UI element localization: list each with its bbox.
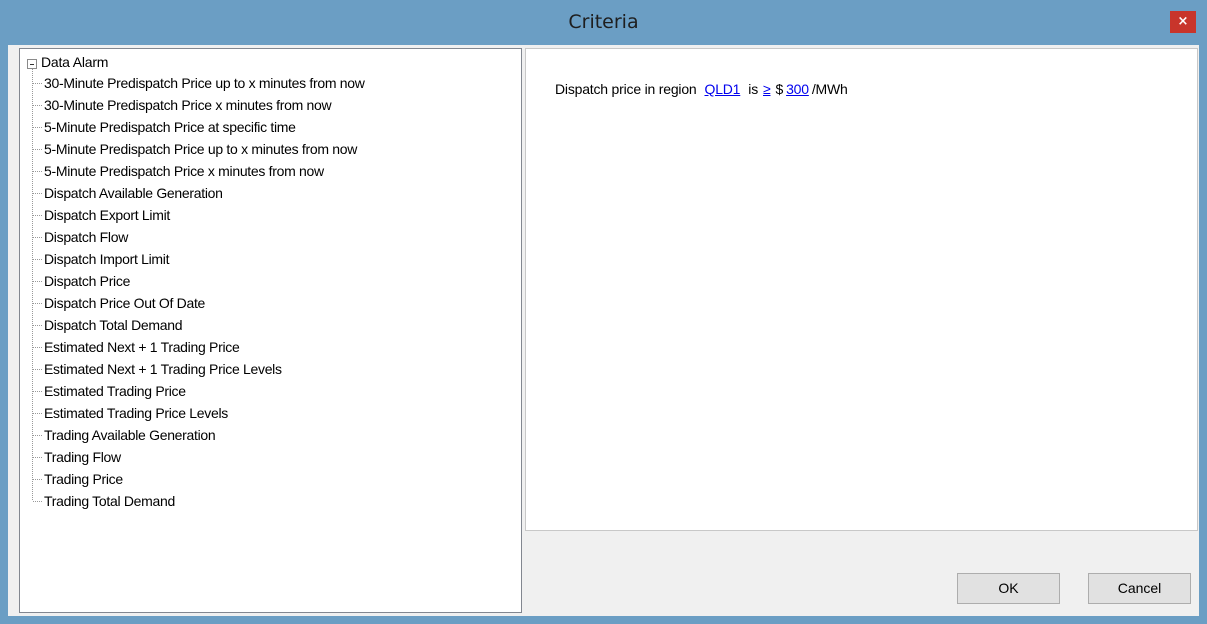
price-value-link[interactable]: 300 xyxy=(786,81,809,97)
region-link[interactable]: QLD1 xyxy=(705,81,741,97)
close-button[interactable]: × xyxy=(1170,11,1196,33)
tree-item-label: 5-Minute Predispatch Price up to x minut… xyxy=(44,141,358,157)
tree-item[interactable]: Trading Flow xyxy=(20,447,521,469)
tree-item-label: 30-Minute Predispatch Price x minutes fr… xyxy=(44,97,332,113)
tree-item[interactable]: Trading Available Generation xyxy=(20,425,521,447)
tree-item[interactable]: Dispatch Total Demand xyxy=(20,315,521,337)
tree-item[interactable]: 30-Minute Predispatch Price x minutes fr… xyxy=(20,95,521,117)
title-bar[interactable]: Criteria × xyxy=(0,0,1207,44)
alarm-type-tree[interactable]: Data Alarm 30-Minute Predispatch Price u… xyxy=(19,48,522,613)
criteria-prefix-text: Dispatch price in region xyxy=(555,81,697,97)
tree-item-label: Dispatch Available Generation xyxy=(44,185,223,201)
collapse-icon[interactable] xyxy=(27,59,37,69)
tree-item-label: Trading Flow xyxy=(44,449,121,465)
tree-item[interactable]: 5-Minute Predispatch Price at specific t… xyxy=(20,117,521,139)
tree-item-label: Dispatch Flow xyxy=(44,229,129,245)
tree-branch-line xyxy=(33,369,42,370)
tree-item[interactable]: Dispatch Available Generation xyxy=(20,183,521,205)
tree-item[interactable]: Dispatch Export Limit xyxy=(20,205,521,227)
tree-branch-line xyxy=(33,105,42,106)
tree-item[interactable]: 30-Minute Predispatch Price up to x minu… xyxy=(20,73,521,95)
tree-branch-line xyxy=(33,193,42,194)
tree-item-label: Estimated Trading Price Levels xyxy=(44,405,228,421)
tree-item-label: Trading Total Demand xyxy=(44,493,175,509)
tree-item[interactable]: Dispatch Price Out Of Date xyxy=(20,293,521,315)
tree-item-label: Dispatch Price Out Of Date xyxy=(44,295,206,311)
tree-item[interactable]: Estimated Next + 1 Trading Price xyxy=(20,337,521,359)
tree-branch-line xyxy=(33,413,42,414)
tree-branch-line xyxy=(33,479,42,480)
currency-symbol: $ xyxy=(775,81,784,97)
criteria-dialog: Criteria × Data Alarm 30-Minute Predispa… xyxy=(0,0,1207,624)
criteria-expression: Dispatch price in region QLD1 is ≥ $300/MWh xyxy=(555,81,848,97)
tree-item-list: 30-Minute Predispatch Price up to x minu… xyxy=(20,73,521,513)
tree-branch-line xyxy=(33,435,42,436)
tree-item-label: Estimated Next + 1 Trading Price xyxy=(44,339,240,355)
tree-item-label: Estimated Next + 1 Trading Price Levels xyxy=(44,361,282,377)
tree-item[interactable]: Trading Total Demand xyxy=(20,491,521,513)
criteria-editor: Dispatch price in region QLD1 is ≥ $300/MWh xyxy=(525,48,1198,531)
tree-item[interactable]: 5-Minute Predispatch Price x minutes fro… xyxy=(20,161,521,183)
tree-branch-line xyxy=(33,215,42,216)
tree-item-label: 30-Minute Predispatch Price up to x minu… xyxy=(44,75,365,91)
criteria-is-text: is xyxy=(748,81,758,97)
tree-branch-line xyxy=(33,457,42,458)
tree-root-label: Data Alarm xyxy=(41,54,109,70)
tree-item-label: 5-Minute Predispatch Price at specific t… xyxy=(44,119,296,135)
operator-link[interactable]: ≥ xyxy=(763,81,771,97)
tree-item-label: 5-Minute Predispatch Price x minutes fro… xyxy=(44,163,324,179)
tree-branch-line xyxy=(33,171,42,172)
tree-branch-line xyxy=(33,281,42,282)
tree-branch-line xyxy=(33,303,42,304)
tree-item[interactable]: Dispatch Price xyxy=(20,271,521,293)
tree-branch-line xyxy=(33,237,42,238)
tree-item[interactable]: Trading Price xyxy=(20,469,521,491)
dialog-content: Data Alarm 30-Minute Predispatch Price u… xyxy=(8,45,1199,616)
ok-button[interactable]: OK xyxy=(957,573,1060,604)
tree-item-label: Dispatch Export Limit xyxy=(44,207,170,223)
tree-branch-line xyxy=(33,149,42,150)
tree-item[interactable]: Estimated Trading Price Levels xyxy=(20,403,521,425)
window-title: Criteria xyxy=(568,11,639,33)
tree-branch-line xyxy=(33,501,42,502)
cancel-button[interactable]: Cancel xyxy=(1088,573,1191,604)
tree-branch-line xyxy=(33,347,42,348)
tree-branch-line xyxy=(33,325,42,326)
criteria-panel: Dispatch price in region QLD1 is ≥ $300/MWh … xyxy=(525,48,1198,613)
tree-item-label: Dispatch Price xyxy=(44,273,131,289)
tree-item-label: Trading Price xyxy=(44,471,123,487)
tree-item-label: Dispatch Import Limit xyxy=(44,251,170,267)
unit-text: /MWh xyxy=(811,81,848,97)
tree-root-data-alarm[interactable]: Data Alarm xyxy=(20,51,521,73)
tree-item[interactable]: Estimated Next + 1 Trading Price Levels xyxy=(20,359,521,381)
tree-item[interactable]: 5-Minute Predispatch Price up to x minut… xyxy=(20,139,521,161)
tree-branch-line xyxy=(33,391,42,392)
tree-item-label: Trading Available Generation xyxy=(44,427,216,443)
tree-item-label: Dispatch Total Demand xyxy=(44,317,183,333)
tree-branch-line xyxy=(33,127,42,128)
tree-item-label: Estimated Trading Price xyxy=(44,383,186,399)
tree-branch-line xyxy=(33,83,42,84)
tree-branch-line xyxy=(33,259,42,260)
tree-item[interactable]: Dispatch Import Limit xyxy=(20,249,521,271)
tree-item[interactable]: Estimated Trading Price xyxy=(20,381,521,403)
tree-item[interactable]: Dispatch Flow xyxy=(20,227,521,249)
